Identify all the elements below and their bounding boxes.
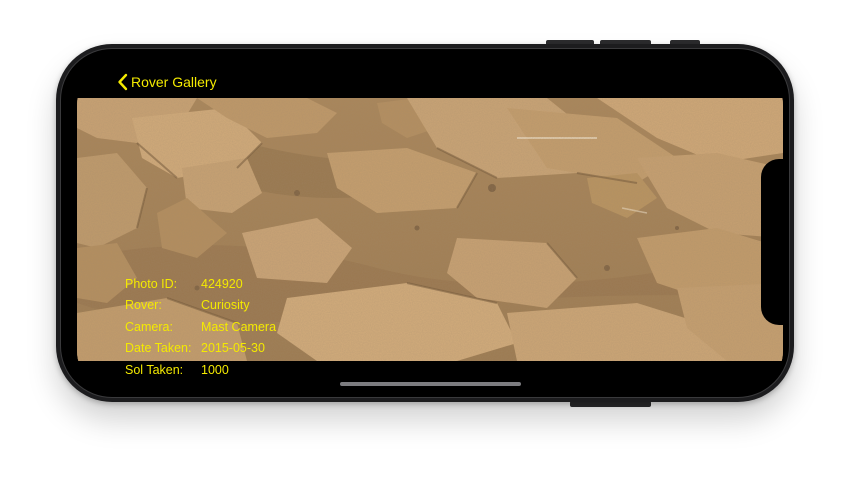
back-button[interactable]: Rover Gallery (117, 73, 217, 91)
app-screen: Rover Gallery Photo ID: 424920 Rover: Cu… (77, 65, 783, 391)
rover-row: Rover: Curiosity (125, 295, 276, 317)
photo-id-row: Photo ID: 424920 (125, 273, 276, 295)
camera-notch (761, 159, 783, 325)
sol-taken-label: Sol Taken: (125, 362, 184, 377)
camera-row: Camera: Mast Camera (125, 316, 276, 338)
rover-value: Curiosity (201, 298, 250, 313)
date-taken-row: Date Taken: 2015-05-30 (125, 338, 276, 360)
phone-frame: Rover Gallery Photo ID: 424920 Rover: Cu… (56, 44, 794, 402)
phone-bezel: Rover Gallery Photo ID: 424920 Rover: Cu… (60, 48, 790, 398)
back-button-label: Rover Gallery (131, 74, 217, 90)
photo-info-panel: Photo ID: 424920 Rover: Curiosity Camera… (125, 273, 276, 381)
rover-label: Rover: (125, 298, 162, 313)
chevron-left-icon (117, 73, 128, 91)
photo-id-value: 424920 (201, 276, 243, 291)
home-indicator[interactable] (340, 382, 521, 386)
sol-taken-row: Sol Taken: 1000 (125, 359, 276, 381)
date-taken-label: Date Taken: (125, 341, 192, 356)
camera-label: Camera: (125, 319, 173, 334)
date-taken-value: 2015-05-30 (201, 341, 265, 356)
device-mockup: Rover Gallery Photo ID: 424920 Rover: Cu… (0, 0, 850, 484)
sol-taken-value: 1000 (201, 362, 229, 377)
navigation-bar: Rover Gallery (77, 65, 783, 97)
camera-value: Mast Camera (201, 319, 277, 334)
photo-id-label: Photo ID: (125, 276, 178, 291)
